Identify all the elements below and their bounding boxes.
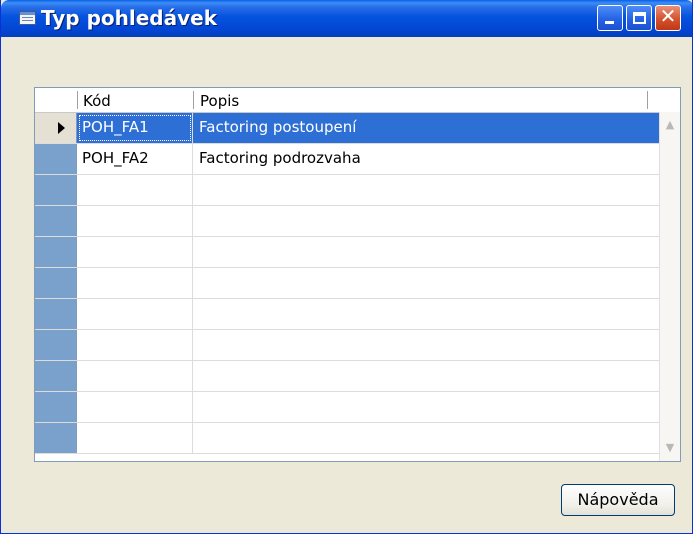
table-row[interactable] (35, 268, 680, 299)
cell-kod[interactable] (77, 206, 193, 236)
table-row[interactable] (35, 175, 680, 206)
cell-popis[interactable] (193, 237, 660, 267)
cell-popis[interactable] (193, 330, 660, 360)
cell-kod[interactable] (77, 175, 193, 205)
title-bar[interactable]: Typ pohledávek ✕ (1, 0, 692, 37)
table-body: POH_FA1 Factoring postoupení POH_FA2 Fac… (35, 113, 680, 454)
row-selector[interactable] (35, 113, 77, 143)
table-row[interactable] (35, 423, 680, 454)
row-selector[interactable] (35, 237, 77, 267)
scroll-up-icon[interactable]: ▲ (662, 117, 678, 133)
table-row[interactable] (35, 361, 680, 392)
table-row[interactable] (35, 299, 680, 330)
cell-kod[interactable] (77, 268, 193, 298)
table-row[interactable] (35, 237, 680, 268)
row-selector[interactable] (35, 423, 77, 453)
minimize-button[interactable] (597, 5, 623, 31)
row-selector[interactable] (35, 144, 77, 174)
cell-popis[interactable] (193, 268, 660, 298)
table-row[interactable] (35, 392, 680, 423)
row-selector[interactable] (35, 330, 77, 360)
table-row[interactable] (35, 206, 680, 237)
cell-kod[interactable] (77, 392, 193, 422)
table-row[interactable]: POH_FA2 Factoring podrozvaha (35, 144, 680, 175)
cell-kod[interactable]: POH_FA1 (77, 113, 193, 143)
row-selector[interactable] (35, 206, 77, 236)
cell-kod[interactable] (77, 361, 193, 391)
scroll-down-icon[interactable]: ▼ (662, 440, 678, 456)
records-table[interactable]: Kód Popis POH_FA1 Factoring postoupení P… (34, 87, 681, 462)
cell-popis[interactable] (193, 206, 660, 236)
cell-kod[interactable] (77, 299, 193, 329)
cell-popis[interactable] (193, 392, 660, 422)
row-selector[interactable] (35, 175, 77, 205)
cell-kod[interactable] (77, 237, 193, 267)
minimize-icon (605, 21, 614, 24)
table-icon (19, 11, 36, 25)
row-selector[interactable] (35, 392, 77, 422)
vertical-scrollbar[interactable]: ▲ ▼ (659, 112, 680, 461)
close-icon: ✕ (659, 4, 677, 28)
cell-kod[interactable] (77, 423, 193, 453)
dialog-window: Typ pohledávek ✕ Kód Popis POH_FA1 Facto… (0, 0, 693, 534)
row-selector[interactable] (35, 361, 77, 391)
cell-kod[interactable] (77, 330, 193, 360)
close-button[interactable]: ✕ (655, 4, 681, 31)
cell-popis[interactable] (193, 175, 660, 205)
cell-popis[interactable]: Factoring postoupení (193, 113, 660, 143)
current-row-icon (58, 122, 65, 134)
row-selector[interactable] (35, 268, 77, 298)
column-separator[interactable] (193, 91, 194, 109)
cell-popis[interactable] (193, 423, 660, 453)
row-selector[interactable] (35, 299, 77, 329)
help-button[interactable]: Nápověda (561, 484, 675, 516)
maximize-icon (633, 12, 646, 24)
column-header-popis[interactable]: Popis (200, 92, 239, 110)
table-header: Kód Popis (35, 88, 680, 113)
window-title: Typ pohledávek (41, 6, 218, 30)
table-row[interactable] (35, 330, 680, 361)
column-separator[interactable] (77, 91, 78, 109)
table-row[interactable]: POH_FA1 Factoring postoupení (35, 113, 680, 144)
cell-popis[interactable]: Factoring podrozvaha (193, 144, 660, 174)
column-separator[interactable] (647, 91, 648, 109)
cell-popis[interactable] (193, 299, 660, 329)
maximize-button[interactable] (626, 5, 652, 31)
cell-kod[interactable]: POH_FA2 (77, 144, 193, 174)
column-header-kod[interactable]: Kód (83, 92, 111, 110)
cell-popis[interactable] (193, 361, 660, 391)
